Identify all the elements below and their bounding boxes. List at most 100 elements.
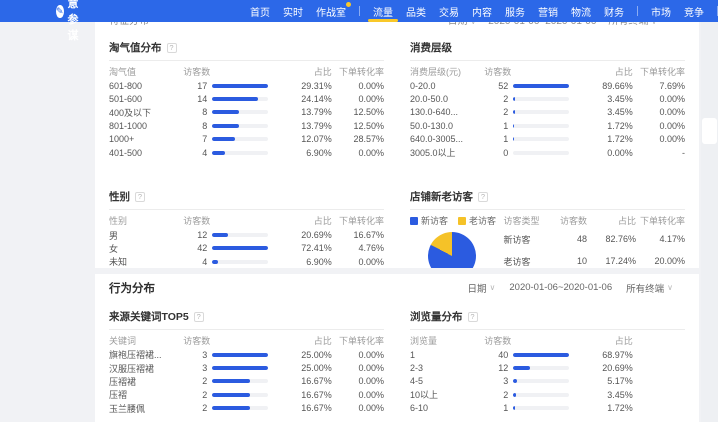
table-cell: 压褶 — [109, 388, 183, 401]
visitors-value: 8 — [183, 121, 207, 131]
help-icon[interactable]: ? — [167, 43, 177, 53]
visitors-value: 3 — [484, 376, 508, 386]
table-cell: 访客数 — [183, 65, 282, 78]
table-cell: 3.45% — [583, 94, 633, 104]
nav-divider — [359, 6, 360, 16]
legend-label: 新访客 — [421, 214, 448, 227]
table-row: 3005.0以上00.00%- — [410, 146, 685, 159]
bar-fill — [212, 151, 225, 155]
bar-track — [212, 246, 268, 250]
bar-fill — [212, 366, 268, 370]
visitors-cell: 52 — [484, 81, 583, 91]
table-cell: 10 — [547, 256, 587, 266]
table-cell: 0.00% — [332, 94, 384, 104]
visitors-cell: 3 — [183, 350, 282, 360]
table-cell: 压褶裙 — [109, 375, 183, 388]
table-row: 400及以下813.79%12.50% — [109, 106, 384, 119]
terminal-select[interactable]: 所有终端 ∨ — [626, 281, 673, 295]
date-mode-select[interactable]: 日期 ∨ — [468, 281, 496, 295]
nav-item-交易[interactable]: 交易 — [439, 0, 459, 22]
visitors-cell: 40 — [484, 350, 583, 360]
app-title: 生意参谋 — [68, 0, 84, 43]
bar-fill — [513, 124, 514, 128]
date-range-value[interactable]: 2020-01-06~2020-01-06 — [488, 22, 596, 32]
bar-fill — [513, 366, 530, 370]
nav-item-财务[interactable]: 财务 — [604, 0, 624, 22]
nav-item-流量[interactable]: 流量 — [373, 0, 393, 22]
table-cell: - — [633, 148, 685, 158]
chevron-down-icon: ∨ — [470, 22, 476, 26]
table-cell: 下单转化率 — [332, 65, 384, 78]
bar-fill — [513, 406, 514, 410]
help-icon[interactable]: ? — [468, 312, 478, 322]
behavior-distribution-card: 行为分布 日期 ∨ 2020-01-06~2020-01-06 所有终端 ∨ 来… — [95, 274, 699, 422]
nav-item-服务[interactable]: 服务 — [505, 0, 525, 22]
date-range-value[interactable]: 2020-01-06~2020-01-06 — [509, 282, 612, 293]
nav-divider — [637, 6, 638, 16]
visitors-value: 2 — [183, 390, 207, 400]
table-cell: 25.00% — [282, 363, 332, 373]
bar-track — [513, 97, 569, 101]
legend-swatch — [410, 217, 418, 225]
panel-title: 淘气值分布 — [109, 40, 162, 55]
nav-item-作战室[interactable]: 作战室 — [316, 0, 346, 22]
table-cell: 24.14% — [282, 94, 332, 104]
scrollbar-track[interactable] — [701, 22, 718, 422]
app-logo[interactable]: ✎ 生意参谋 — [56, 0, 84, 43]
table-row: 6-1011.72% — [410, 402, 685, 415]
bar-track — [513, 110, 569, 114]
table-cell: 6.90% — [282, 257, 332, 267]
table-row: 640.0-3005...11.72%0.00% — [410, 133, 685, 146]
table-cell: 0.00% — [332, 350, 384, 360]
table-cell: 关键词 — [109, 334, 183, 347]
bar-fill — [513, 353, 569, 357]
behavior-header: 行为分布 日期 ∨ 2020-01-06~2020-01-06 所有终端 ∨ — [109, 274, 685, 301]
table-cell: 4.17% — [636, 234, 685, 244]
nav-item-实时[interactable]: 实时 — [283, 0, 303, 22]
table-row: 801-1000813.79%12.50% — [109, 119, 384, 132]
nav-item-物流[interactable]: 物流 — [571, 0, 591, 22]
help-icon[interactable]: ? — [135, 192, 145, 202]
visitors-value: 40 — [484, 350, 508, 360]
nav-item-竞争[interactable]: 竞争 — [684, 0, 704, 22]
table-cell: 7.69% — [633, 81, 685, 91]
table-cell: 0.00% — [633, 107, 685, 117]
table-header-row: 消费层级(元)访客数占比下单转化率 — [410, 64, 685, 79]
bar-fill — [212, 97, 258, 101]
help-icon[interactable]: ? — [478, 192, 488, 202]
table-cell: 13.79% — [282, 121, 332, 131]
bar-track — [212, 393, 268, 397]
table-header-row: 关键词访客数占比下单转化率 — [109, 333, 384, 348]
help-icon[interactable]: ? — [194, 312, 204, 322]
notification-badge — [346, 2, 351, 7]
nav-item-市场[interactable]: 市场 — [651, 0, 671, 22]
table-cell: 3.45% — [583, 390, 633, 400]
table-cell: 0.00% — [633, 121, 685, 131]
date-mode-select[interactable]: 日期 ∨ — [448, 22, 477, 32]
visitors-cell: 12 — [183, 230, 282, 240]
nav-item-首页[interactable]: 首页 — [250, 0, 270, 22]
visitors-cell: 12 — [484, 363, 583, 373]
table-cell: 20.0-50.0 — [410, 94, 484, 104]
bar-track — [513, 366, 569, 370]
table-cell: 浏览量 — [410, 334, 484, 347]
visitors-value: 12 — [484, 363, 508, 373]
new-old-chart-area: 新访客老访客 — [410, 213, 504, 268]
table-row: 20.0-50.023.45%0.00% — [410, 92, 685, 105]
table-cell: 640.0-3005... — [410, 134, 484, 144]
table-cell: 0.00% — [332, 148, 384, 158]
nav-item-内容[interactable]: 内容 — [472, 0, 492, 22]
table-cell: 下单转化率 — [332, 334, 384, 347]
table-cell: 48 — [547, 234, 587, 244]
pageview-table: 浏览量访客数占比14068.97%2-31220.69%4-535.17%10以… — [410, 333, 685, 415]
terminal-select[interactable]: 所有终端 ∨ — [608, 22, 657, 32]
table-row: 未知46.90%0.00% — [109, 255, 384, 268]
nav-item-品类[interactable]: 品类 — [406, 0, 426, 22]
table-row: 601-8001729.31%0.00% — [109, 79, 384, 92]
bar-track — [212, 110, 268, 114]
nav-item-营销[interactable]: 营销 — [538, 0, 558, 22]
scrollbar-thumb[interactable] — [702, 118, 717, 144]
table-cell: 0.00% — [332, 403, 384, 413]
bar-track — [212, 260, 268, 264]
table-cell: 2-3 — [410, 363, 484, 373]
